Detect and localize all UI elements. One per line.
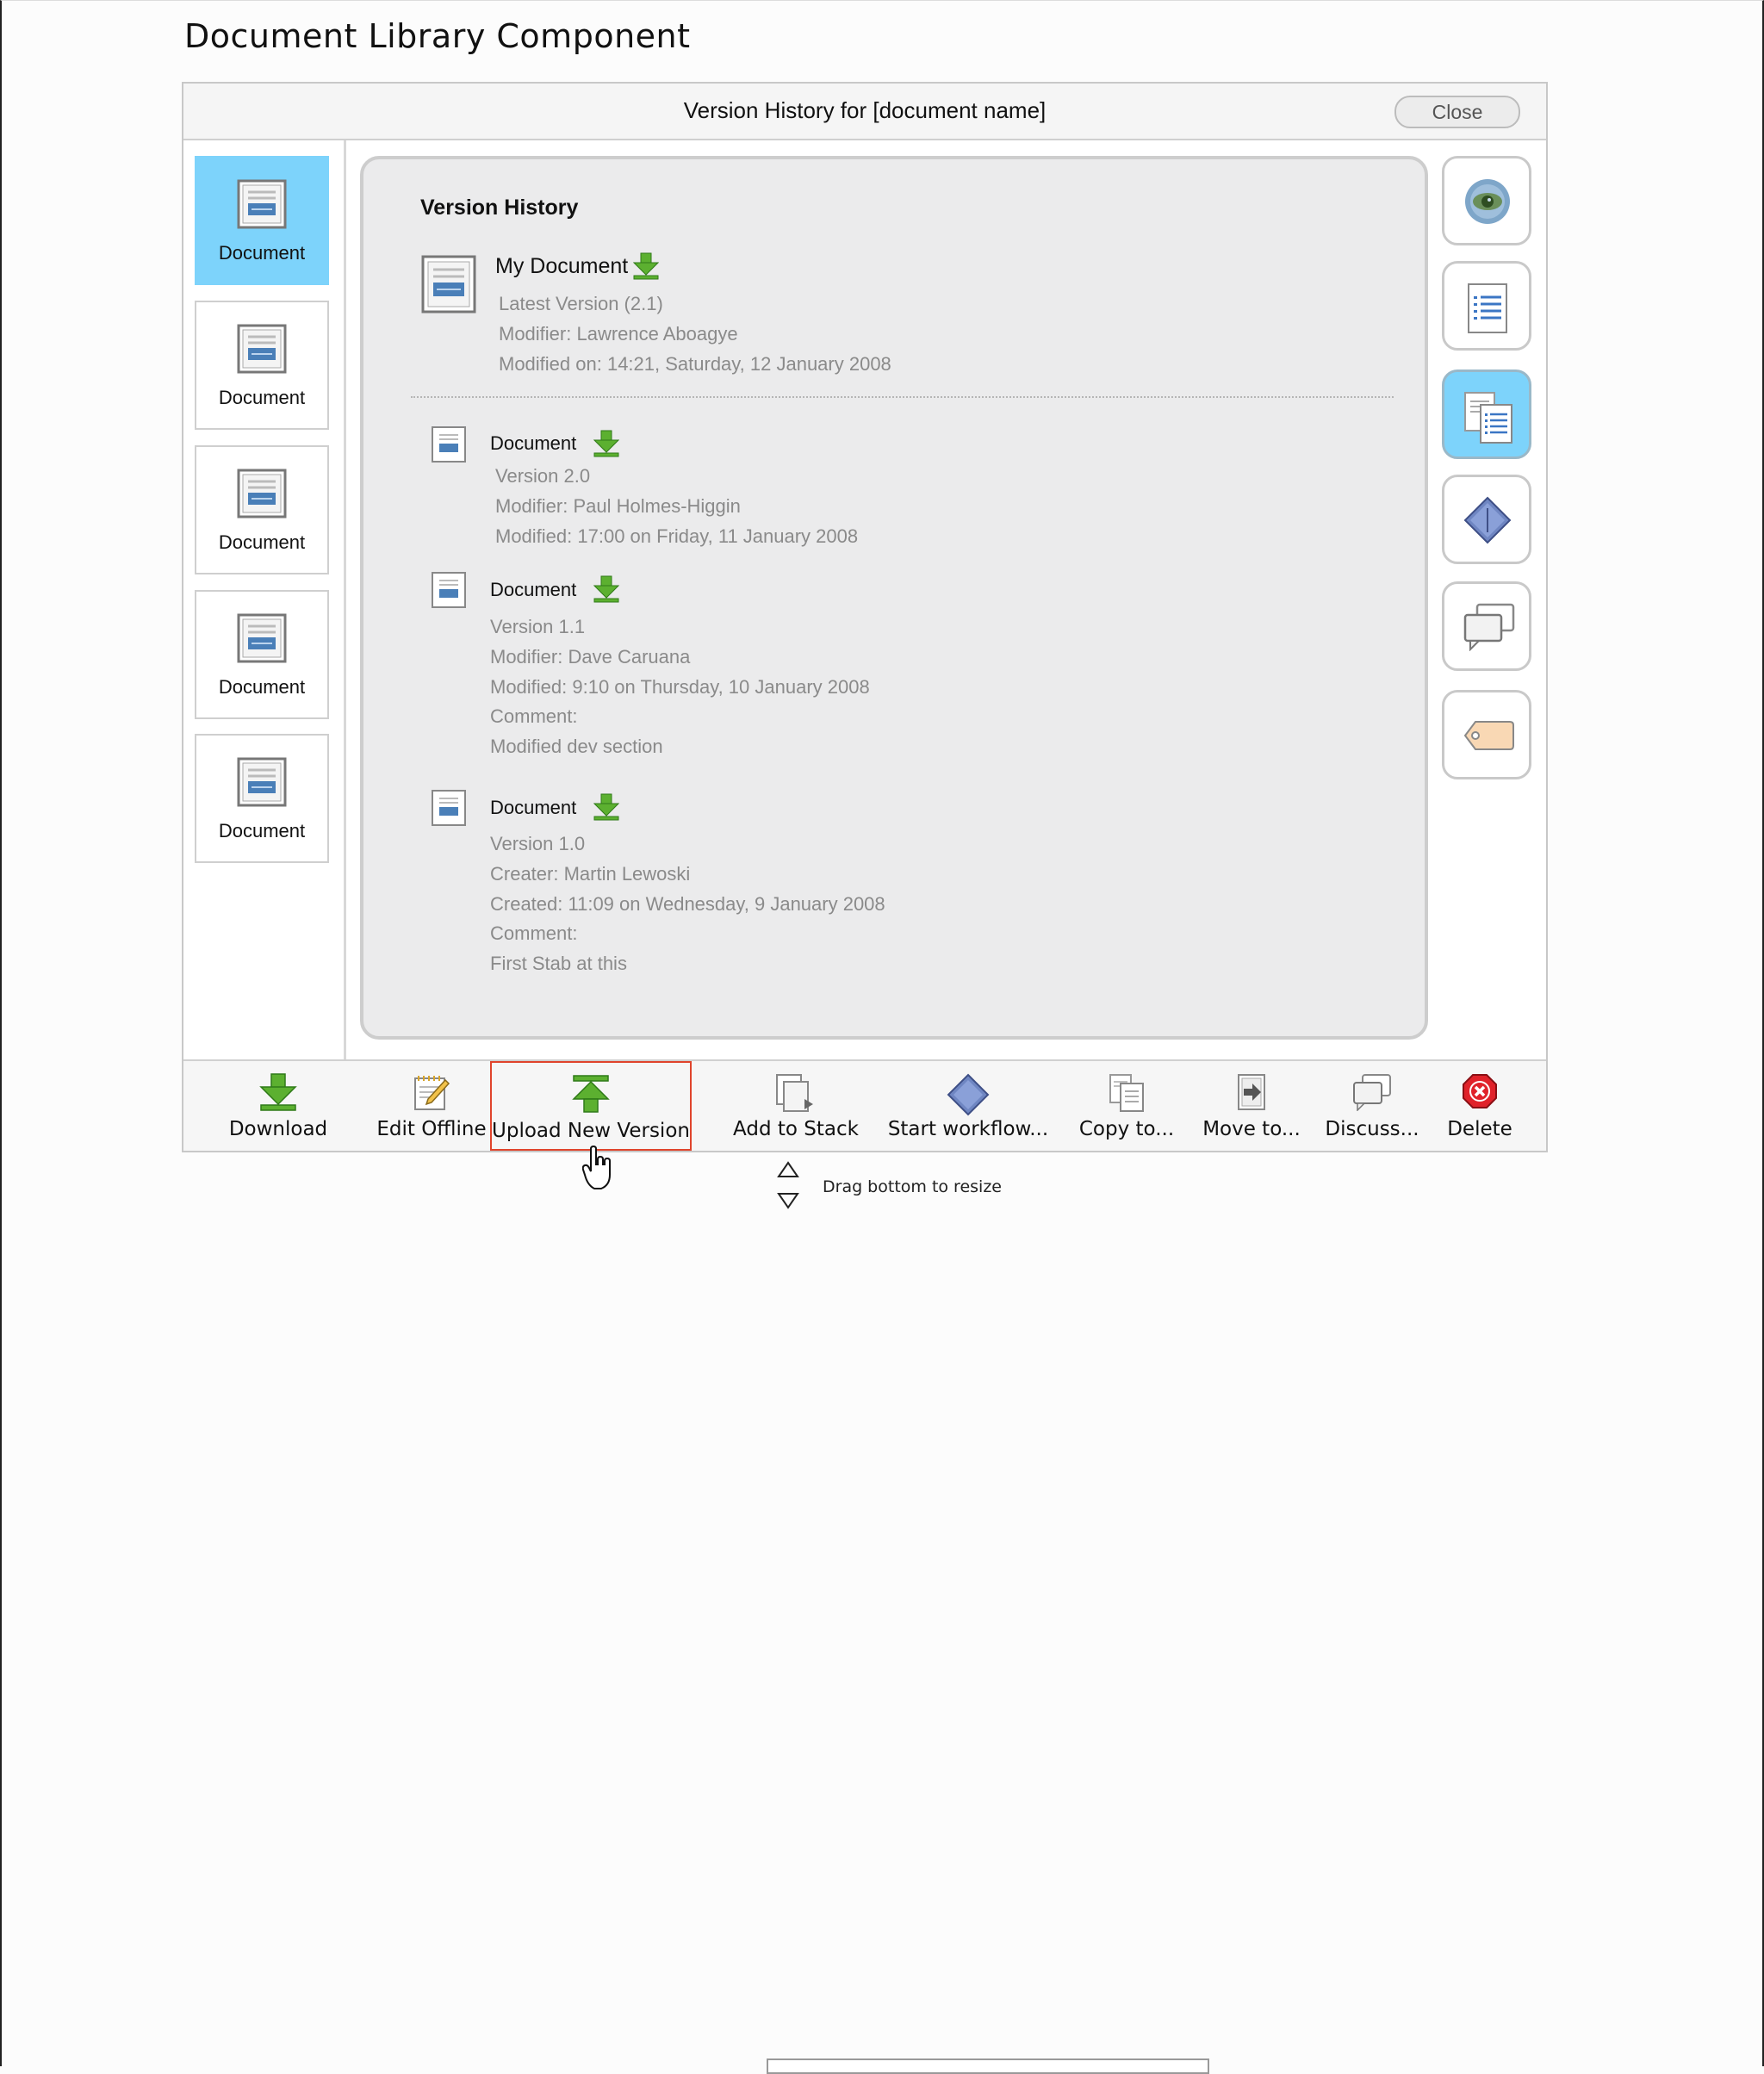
thumbnail-label: Document — [218, 820, 306, 841]
copy-to-button[interactable]: Copy to... — [1062, 1061, 1191, 1151]
resize-handle-icon[interactable] — [777, 1161, 799, 1214]
workflow-icon — [947, 1073, 990, 1121]
edit-offline-label: Edit Offline — [376, 1118, 487, 1140]
move-to-button[interactable]: Move to... — [1191, 1061, 1312, 1151]
dialog-title: Version History for [document name] — [683, 97, 1047, 123]
start-workflow-label: Start workflow... — [887, 1118, 1049, 1140]
version-history-dialog: Version History for [document name] Clos… — [182, 82, 1548, 1152]
latest-version-line: Modified on: 14:21, Saturday, 12 January… — [499, 353, 891, 375]
document-icon — [236, 178, 288, 234]
download-button[interactable]: Download — [209, 1061, 347, 1151]
latest-version-line: Modifier: Lawrence Aboagye — [499, 323, 738, 345]
move-to-label: Move to... — [1202, 1118, 1301, 1140]
document-icon — [236, 756, 288, 812]
download-icon[interactable] — [593, 793, 620, 825]
document-icon — [420, 254, 477, 319]
version-line: Modifier: Dave Caruana — [490, 646, 691, 668]
version-name: Document — [490, 579, 577, 600]
versions-button[interactable] — [1442, 369, 1531, 459]
version-line: Comment: — [490, 922, 578, 944]
latest-version-name: My Document — [495, 254, 629, 278]
divider — [411, 396, 1394, 398]
thumbnail-item[interactable]: Document — [195, 156, 329, 285]
download-label: Download — [228, 1118, 328, 1140]
add-to-stack-icon — [775, 1073, 817, 1117]
discuss-button[interactable]: Discuss... — [1312, 1061, 1432, 1151]
bottom-panel-tab — [767, 2058, 1209, 2074]
version-history-panel: Version History My Document Latest Versi… — [360, 156, 1428, 1040]
version-line: Modified: 9:10 on Thursday, 10 January 2… — [490, 676, 870, 698]
thumbnail-label: Document — [218, 531, 306, 553]
add-to-stack-button[interactable]: Add to Stack — [717, 1061, 874, 1151]
thumbnail-item[interactable]: Document — [195, 734, 329, 863]
preview-button[interactable] — [1442, 156, 1531, 245]
workflow-button[interactable] — [1442, 475, 1531, 564]
move-icon — [1235, 1073, 1268, 1115]
document-icon — [236, 612, 288, 668]
discussion-icon — [1463, 603, 1515, 651]
delete-label: Delete — [1447, 1118, 1512, 1140]
thumbnail-item[interactable]: Document — [195, 590, 329, 719]
version-line: Modified dev section — [490, 736, 663, 757]
download-icon[interactable] — [632, 252, 660, 284]
version-history-heading: Version History — [420, 196, 579, 220]
dialog-header: Version History for [document name] Clos… — [183, 84, 1546, 140]
version-line: First Stab at this — [490, 953, 627, 974]
thumbnail-label: Document — [218, 242, 306, 264]
version-line: Creater: Martin Lewoski — [490, 863, 691, 885]
version-line: Version 1.0 — [490, 833, 586, 854]
copy-icon — [1109, 1073, 1145, 1117]
versions-icon — [1464, 392, 1512, 444]
workflow-icon — [1463, 496, 1512, 544]
eye-icon — [1465, 179, 1510, 224]
document-icon — [431, 571, 467, 613]
start-workflow-button[interactable]: Start workflow... — [874, 1061, 1062, 1151]
version-name: Document — [490, 432, 577, 454]
action-toolbar: Download Edit Offline Upload New Version… — [183, 1059, 1546, 1151]
document-icon — [431, 789, 467, 831]
latest-version-line: Latest Version (2.1) — [499, 293, 663, 314]
details-button[interactable] — [1442, 261, 1531, 351]
version-line: Modified: 17:00 on Friday, 11 January 20… — [495, 525, 859, 547]
version-line: Created: 11:09 on Wednesday, 9 January 2… — [490, 893, 885, 915]
document-details-icon — [1468, 283, 1507, 333]
upload-new-version-label: Upload New Version — [492, 1120, 690, 1142]
edit-offline-icon — [413, 1073, 450, 1115]
close-button[interactable]: Close — [1394, 96, 1520, 128]
add-to-stack-label: Add to Stack — [733, 1118, 859, 1140]
upload-icon — [572, 1075, 610, 1117]
version-name: Document — [490, 797, 577, 818]
discuss-label: Discuss... — [1325, 1118, 1419, 1140]
download-icon — [259, 1073, 297, 1115]
document-icon — [236, 468, 288, 524]
document-icon — [431, 425, 467, 468]
delete-button[interactable]: Delete — [1432, 1061, 1527, 1151]
tag-button[interactable] — [1442, 690, 1531, 779]
thumbnail-rail: Document Document Document Document Docu… — [183, 140, 346, 1061]
download-icon[interactable] — [593, 430, 620, 462]
resize-hint: Drag bottom to resize — [823, 1177, 1002, 1196]
upload-new-version-button[interactable]: Upload New Version — [490, 1061, 692, 1151]
page-title: Document Library Component — [184, 17, 691, 55]
edit-offline-button[interactable]: Edit Offline — [361, 1061, 502, 1151]
delete-icon — [1462, 1073, 1498, 1114]
thumbnail-item[interactable]: Document — [195, 445, 329, 574]
hand-cursor-icon — [581, 1145, 615, 1195]
document-icon — [236, 323, 288, 379]
version-line: Comment: — [490, 705, 578, 727]
thumbnail-item[interactable]: Document — [195, 301, 329, 430]
thumbnail-label: Document — [218, 387, 306, 408]
version-line: Version 1.1 — [490, 616, 586, 637]
version-line: Version 2.0 — [495, 465, 591, 487]
download-icon[interactable] — [593, 575, 620, 607]
thumbnail-label: Document — [218, 676, 306, 698]
version-line: Modifier: Paul Holmes-Higgin — [495, 495, 741, 517]
discussion-icon — [1352, 1073, 1392, 1115]
copy-to-label: Copy to... — [1078, 1118, 1175, 1140]
tag-icon — [1463, 721, 1514, 750]
discussion-button[interactable] — [1442, 581, 1531, 671]
